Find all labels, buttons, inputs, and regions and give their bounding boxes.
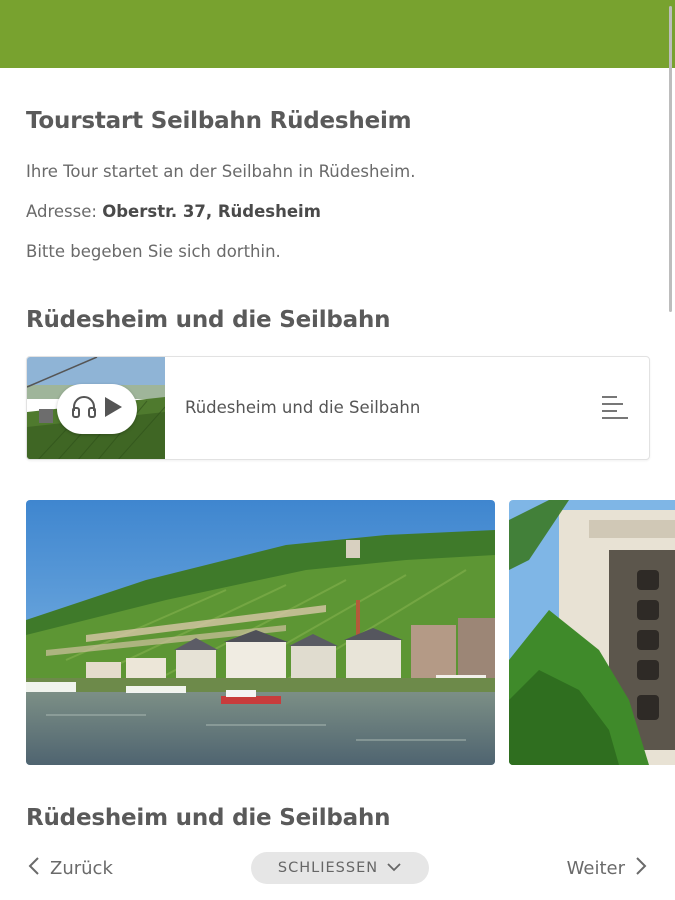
section-title: Rüdesheim und die Seilbahn [26,805,391,831]
audio-card[interactable]: Rüdesheim und die Seilbahn [26,356,650,460]
close-button[interactable]: SCHLIESSEN [251,852,429,884]
back-button[interactable]: Zurück [28,856,113,881]
close-label: SCHLIESSEN [277,860,379,876]
scrollbar[interactable] [669,6,672,312]
page-title: Tourstart Seilbahn Rüdesheim [26,108,412,134]
next-label: Weiter [566,858,625,879]
bottom-navigation: Zurück SCHLIESSEN Weiter [0,848,675,888]
gallery-photo[interactable] [509,500,675,765]
audio-title: Rüdesheim und die Seilbahn [185,398,421,417]
instruction-text: Bitte begeben Sie sich dorthin. [26,242,281,261]
address-value: Oberstr. 37, Rüdesheim [102,202,321,221]
gallery-photo[interactable] [26,500,495,765]
chevron-left-icon [28,856,40,881]
chevron-down-icon [386,860,402,876]
address-line: Adresse: Oberstr. 37, Rüdesheim [26,202,321,221]
headphones-icon [71,396,97,422]
back-label: Zurück [50,858,113,879]
next-button[interactable]: Weiter [567,856,647,881]
intro-text: Ihre Tour startet an der Seilbahn in Rüd… [26,162,416,181]
section-title: Rüdesheim und die Seilbahn [26,307,391,333]
chevron-right-icon [635,856,647,881]
audio-thumbnail [27,357,165,459]
play-audio-button[interactable] [57,384,137,434]
image-gallery[interactable] [26,500,675,765]
address-label: Adresse: [26,202,97,221]
top-app-bar [0,0,675,68]
list-icon[interactable] [601,395,629,421]
play-icon [103,396,123,422]
